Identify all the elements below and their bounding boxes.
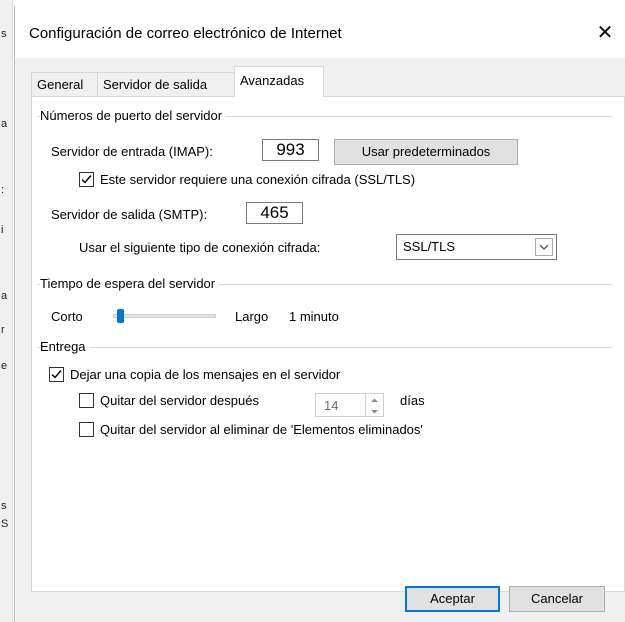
close-icon[interactable]: ✕ xyxy=(591,19,619,47)
background-text-fragment: a xyxy=(1,290,8,302)
timeout-short-label: Corto xyxy=(51,309,83,324)
background-text-fragment: S xyxy=(1,518,9,530)
background-text-fragment: i xyxy=(1,224,4,236)
cancel-button[interactable]: Cancelar xyxy=(509,586,605,612)
encryption-type-value: SSL/TLS xyxy=(403,239,456,254)
spin-up-icon[interactable] xyxy=(366,394,383,405)
server-ports-group-title: Números de puerto del servidor xyxy=(40,108,227,123)
remove-deleted-label: Quitar del servidor al eliminar de 'Elem… xyxy=(100,422,423,437)
tab-general[interactable]: General xyxy=(31,72,98,96)
title-bar: Configuración de correo electrónico de I… xyxy=(15,6,625,58)
tab-outgoing-server[interactable]: Servidor de salida xyxy=(97,72,235,96)
incoming-port-input[interactable]: 993 xyxy=(262,139,319,161)
spinner-buttons xyxy=(365,394,383,416)
days-spinner[interactable]: 14 xyxy=(315,393,384,417)
background-text-fragment: e xyxy=(1,360,8,372)
chevron-down-icon xyxy=(535,238,553,256)
outgoing-server-label: Servidor de salida (SMTP): xyxy=(51,207,208,222)
remove-after-checkbox[interactable] xyxy=(79,393,94,408)
days-value: 14 xyxy=(324,398,339,413)
background-text-fragment: : xyxy=(1,184,5,196)
ssl-required-checkbox[interactable] xyxy=(79,172,94,187)
encryption-type-label: Usar el siguiente tipo de conexión cifra… xyxy=(79,240,321,255)
background-text-fragment: s xyxy=(1,28,7,40)
background-text-fragment: r xyxy=(1,324,5,336)
delivery-group-title: Entrega xyxy=(40,339,90,354)
internet-email-settings-dialog: Configuración de correo electrónico de I… xyxy=(14,6,625,622)
leave-copy-label: Dejar una copia de los mensajes en el se… xyxy=(70,367,341,382)
encryption-type-dropdown[interactable]: SSL/TLS xyxy=(396,234,557,260)
incoming-server-label: Servidor de entrada (IMAP): xyxy=(51,144,213,159)
days-label: días xyxy=(400,393,425,408)
timeout-group-title: Tiempo de espera del servidor xyxy=(40,276,220,291)
tab-advanced[interactable]: Avanzadas xyxy=(234,66,324,97)
remove-deleted-checkbox[interactable] xyxy=(79,422,94,437)
timeout-long-label: Largo xyxy=(235,309,269,324)
timeout-slider[interactable] xyxy=(113,314,216,318)
dialog-title: Configuración de correo electrónico de I… xyxy=(29,25,342,42)
background-text-fragment: a xyxy=(1,118,8,130)
spin-down-icon[interactable] xyxy=(366,405,383,416)
background-text-fragment: s xyxy=(1,500,7,512)
ok-button[interactable]: Aceptar xyxy=(405,586,500,612)
ssl-required-label: Este servidor requiere una conexión cifr… xyxy=(100,172,416,187)
timeout-value-label: 1 minuto xyxy=(289,309,339,324)
use-defaults-button[interactable]: Usar predeterminados xyxy=(334,139,518,165)
background-window-edge: s a : i a r e s S xyxy=(0,0,13,622)
group-divider xyxy=(38,347,612,348)
outgoing-port-input[interactable]: 465 xyxy=(246,202,303,224)
leave-copy-checkbox[interactable] xyxy=(49,367,64,382)
check-icon xyxy=(51,370,62,379)
timeout-slider-thumb[interactable] xyxy=(116,309,124,323)
check-icon xyxy=(81,175,92,184)
advanced-tab-panel: Números de puerto del servidor Servidor … xyxy=(31,96,625,592)
remove-after-label: Quitar del servidor después xyxy=(100,393,259,408)
